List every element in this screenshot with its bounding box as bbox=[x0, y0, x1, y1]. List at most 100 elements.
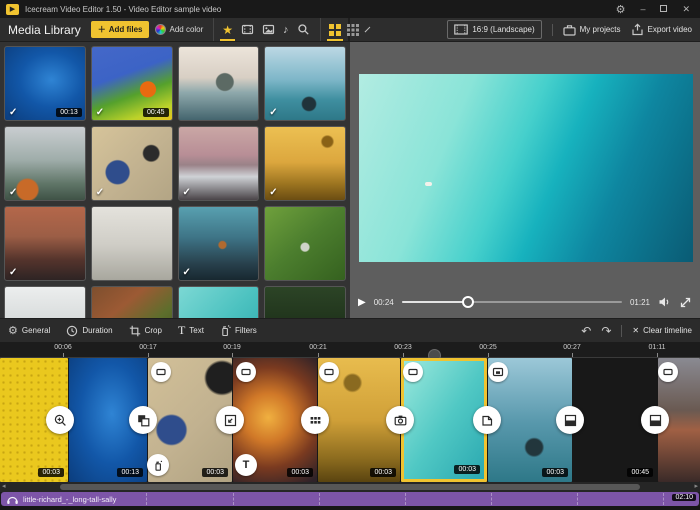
media-library-panel: ✓ 00:13 ✓ 00:45 ✓ ✓ ✓ ✓ ✓ bbox=[0, 42, 350, 318]
audio-duration-badge: 02:10 bbox=[672, 494, 696, 501]
tab-videos[interactable] bbox=[241, 18, 254, 41]
check-icon: ✓ bbox=[96, 187, 104, 198]
frame-icon[interactable] bbox=[658, 362, 678, 382]
media-item-travel-map[interactable]: ✓ bbox=[91, 126, 173, 201]
briefcase-icon bbox=[563, 24, 576, 36]
transition-corner-icon[interactable] bbox=[216, 406, 244, 434]
scroll-right-arrow-icon[interactable]: ▸ bbox=[694, 482, 698, 492]
general-tool-button[interactable]: ⚙ General bbox=[8, 324, 50, 337]
media-item-windows-desktop[interactable]: ✓ 00:13 bbox=[4, 46, 86, 121]
seek-slider[interactable] bbox=[402, 296, 622, 308]
clip-duration-badge: 00:45 bbox=[627, 468, 653, 477]
tab-images[interactable] bbox=[262, 18, 275, 41]
maximize-button[interactable] bbox=[660, 4, 667, 14]
transition-zoom-icon[interactable] bbox=[46, 406, 74, 434]
search-button[interactable] bbox=[297, 18, 310, 41]
frame-icon[interactable] bbox=[403, 362, 423, 382]
media-item-santorini[interactable] bbox=[91, 206, 173, 281]
audio-track-name: little-richard_-_long-tall-sally bbox=[23, 495, 116, 504]
crop-tool-button[interactable]: Crop bbox=[129, 325, 162, 337]
audio-track[interactable]: little-richard_-_long-tall-sally 02:10 bbox=[1, 492, 699, 506]
app-icon: ▶ bbox=[6, 4, 19, 15]
redo-icon[interactable]: ↷ bbox=[601, 324, 611, 338]
frame-icon[interactable] bbox=[236, 362, 256, 382]
transition-mosaic-icon[interactable] bbox=[301, 406, 329, 434]
media-item-rocky-shore[interactable]: ✓ bbox=[178, 206, 260, 281]
add-files-button[interactable]: ＋ Add files bbox=[91, 21, 150, 38]
view-large-grid-button[interactable] bbox=[329, 18, 341, 41]
scrollbar-thumb[interactable] bbox=[60, 484, 640, 490]
sailboat bbox=[425, 182, 432, 186]
export-icon bbox=[631, 23, 644, 36]
frame-icon[interactable] bbox=[319, 362, 339, 382]
frame-icon[interactable] bbox=[151, 362, 171, 382]
large-grid-icon bbox=[329, 24, 341, 36]
clip-duration-badge: 00:03 bbox=[38, 468, 64, 477]
minimize-button[interactable]: – bbox=[640, 4, 645, 14]
gear-icon: ⚙ bbox=[8, 324, 18, 337]
media-item-autumn-forest[interactable] bbox=[91, 286, 173, 318]
media-item-teal-water[interactable] bbox=[178, 286, 260, 318]
play-button[interactable]: ▶ bbox=[358, 297, 366, 308]
transition-flip-icon[interactable] bbox=[473, 406, 501, 434]
text-tool-button[interactable]: T Text bbox=[178, 323, 204, 338]
media-item-mountain-hiker[interactable]: ✓ bbox=[4, 126, 86, 201]
duration-tool-button[interactable]: Duration bbox=[66, 325, 112, 337]
export-video-button[interactable]: Export video bbox=[631, 23, 692, 36]
headphones-icon bbox=[6, 494, 19, 505]
media-item-dark-forest[interactable] bbox=[264, 286, 346, 318]
video-clip-icon bbox=[241, 23, 254, 36]
media-grid: ✓ 00:13 ✓ 00:45 ✓ ✓ ✓ ✓ ✓ bbox=[4, 46, 346, 318]
transition-wipe-icon[interactable] bbox=[556, 406, 584, 434]
media-item-bagan-balloons[interactable]: ✓ bbox=[264, 126, 346, 201]
total-time: 01:21 bbox=[630, 298, 650, 307]
my-projects-button[interactable]: My projects bbox=[563, 24, 621, 36]
ruler-tick-label: 00:23 bbox=[394, 344, 412, 351]
tab-audio[interactable]: ♪ bbox=[283, 18, 289, 41]
scroll-left-arrow-icon[interactable]: ◂ bbox=[2, 482, 6, 492]
check-icon: ✓ bbox=[269, 107, 277, 118]
timeline-ruler[interactable]: 00:06 00:17 00:19 00:21 00:23 00:25 00:2… bbox=[0, 342, 700, 358]
plus-icon: ＋ bbox=[98, 24, 106, 35]
view-small-grid-button[interactable] bbox=[347, 18, 359, 41]
tab-favorites[interactable]: ★ bbox=[222, 18, 233, 41]
media-item-parrot[interactable]: ✓ 00:45 bbox=[91, 46, 173, 121]
media-item-winding-road[interactable] bbox=[264, 206, 346, 281]
filter-spray-icon[interactable] bbox=[147, 454, 169, 476]
ruler-tick-label: 00:25 bbox=[479, 344, 497, 351]
media-item-safari-jeep[interactable]: ✓ bbox=[178, 126, 260, 201]
aspect-ratio-button[interactable]: 16:9 (Landscape) bbox=[447, 20, 541, 39]
filters-tool-button[interactable]: Filters bbox=[220, 324, 257, 337]
timeline-scrollbar[interactable]: ◂ ▸ bbox=[0, 482, 700, 492]
transition-fade-icon[interactable] bbox=[129, 406, 157, 434]
media-item-infinity-pool[interactable]: ✓ bbox=[264, 46, 346, 121]
undo-icon[interactable]: ↶ bbox=[581, 324, 591, 338]
seek-knob[interactable] bbox=[462, 296, 474, 308]
ruler-tick-label: 00:21 bbox=[309, 344, 327, 351]
settings-gear-icon[interactable]: ⚙ bbox=[616, 3, 626, 16]
header: Media Library ＋ Add files Add color ★ bbox=[0, 18, 700, 42]
volume-icon[interactable] bbox=[658, 296, 671, 308]
crop-icon bbox=[129, 325, 141, 337]
transition-camera-icon[interactable] bbox=[386, 406, 414, 434]
text-T-icon[interactable]: T bbox=[235, 454, 257, 476]
clip-duration-badge: 00:03 bbox=[202, 468, 228, 477]
video-preview bbox=[359, 74, 693, 262]
clip-duration-badge: 00:13 bbox=[117, 468, 143, 477]
frame-in-frame-icon[interactable] bbox=[488, 362, 508, 382]
media-item-coast-bay[interactable] bbox=[178, 46, 260, 121]
titlebar: ▶ Icecream Video Editor 1.50 - Video Edi… bbox=[0, 0, 700, 18]
check-icon: ✓ bbox=[269, 187, 277, 198]
star-icon: ★ bbox=[222, 23, 233, 37]
add-color-button[interactable]: Add color bbox=[155, 24, 203, 35]
media-item-snow-mountains[interactable] bbox=[4, 286, 86, 318]
close-button[interactable]: ✕ bbox=[682, 4, 690, 15]
transition-wipe-icon[interactable] bbox=[641, 406, 669, 434]
duration-badge: 00:45 bbox=[143, 108, 169, 117]
clear-timeline-button[interactable]: ✕ Clear timeline bbox=[632, 326, 692, 335]
clip-tools-bar: ⚙ General Duration Crop T Text Filters ↶… bbox=[0, 318, 700, 342]
media-item-desert-road[interactable]: ✓ bbox=[4, 206, 86, 281]
fullscreen-icon[interactable] bbox=[679, 296, 692, 309]
ruler-tick-label: 00:27 bbox=[563, 344, 581, 351]
media-library-title: Media Library bbox=[8, 23, 81, 37]
